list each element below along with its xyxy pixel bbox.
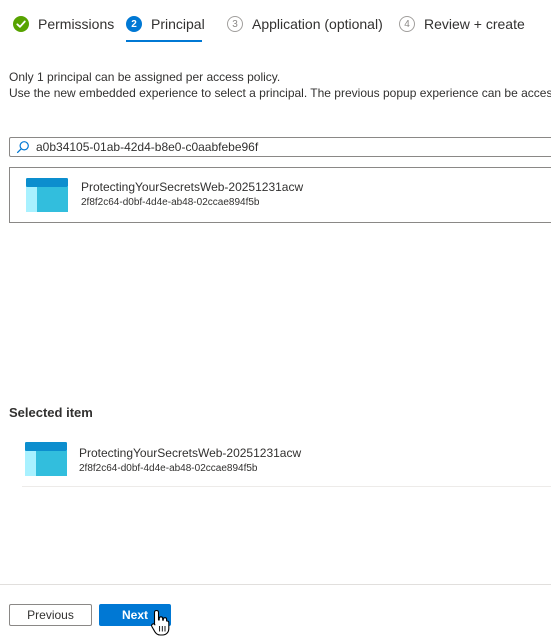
info-text: Only 1 principal can be assigned per acc… — [9, 69, 551, 101]
info-line-1: Only 1 principal can be assigned per acc… — [9, 70, 281, 84]
tab-principal[interactable]: 2 Principal — [126, 14, 205, 34]
footer-divider — [0, 584, 551, 585]
tab-permissions[interactable]: Permissions — [13, 14, 114, 34]
wizard-tabs: Permissions 2 Principal 3 Application (o… — [0, 0, 551, 46]
step-number: 3 — [227, 16, 243, 32]
tab-label: Review + create — [424, 16, 525, 32]
step-number: 4 — [399, 16, 415, 32]
search-input[interactable] — [36, 139, 536, 155]
app-registration-icon — [26, 178, 68, 212]
tab-application[interactable]: 3 Application (optional) — [227, 14, 383, 34]
tab-label: Application (optional) — [252, 16, 383, 32]
hand-cursor-icon — [150, 609, 172, 637]
tab-label: Permissions — [38, 16, 115, 32]
result-name: ProtectingYourSecretsWeb-20251231acw — [81, 180, 304, 194]
selected-item-id: 2f8f2c64-d0bf-4d4e-ab48-02ccae894f5b — [79, 463, 258, 474]
selected-item: ProtectingYourSecretsWeb-20251231acw 2f8… — [22, 433, 551, 487]
principal-search-box[interactable] — [9, 137, 551, 157]
active-tab-indicator — [126, 40, 202, 42]
checkmark-icon — [13, 16, 29, 32]
result-id: 2f8f2c64-d0bf-4d4e-ab48-02ccae894f5b — [81, 197, 260, 208]
tab-label: Principal — [151, 16, 205, 32]
search-icon — [10, 138, 36, 156]
app-registration-icon — [25, 442, 67, 476]
tab-review-create[interactable]: 4 Review + create — [399, 14, 525, 34]
step-number: 2 — [126, 16, 142, 32]
search-result-item[interactable]: ProtectingYourSecretsWeb-20251231acw 2f8… — [9, 167, 551, 223]
selected-item-name: ProtectingYourSecretsWeb-20251231acw — [79, 446, 302, 460]
selected-item-heading: Selected item — [9, 405, 93, 420]
info-line-2: Use the new embedded experience to selec… — [9, 86, 551, 100]
previous-button[interactable]: Previous — [9, 604, 92, 626]
